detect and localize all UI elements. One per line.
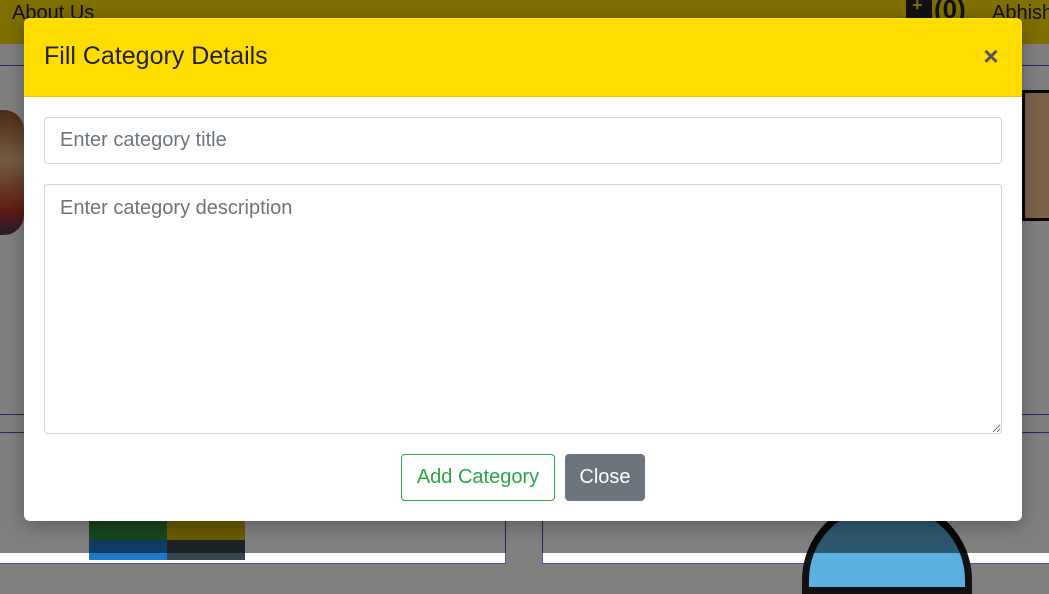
category-description-textarea[interactable] <box>44 184 1002 434</box>
category-title-input[interactable] <box>44 117 1002 164</box>
add-category-button[interactable]: Add Category <box>401 454 555 501</box>
category-modal: Fill Category Details × Add Category Clo… <box>24 18 1022 521</box>
close-icon[interactable]: × <box>977 42 1005 70</box>
modal-title: Fill Category Details <box>44 42 268 70</box>
close-button[interactable]: Close <box>565 454 645 501</box>
modal-header: Fill Category Details × <box>24 18 1022 97</box>
